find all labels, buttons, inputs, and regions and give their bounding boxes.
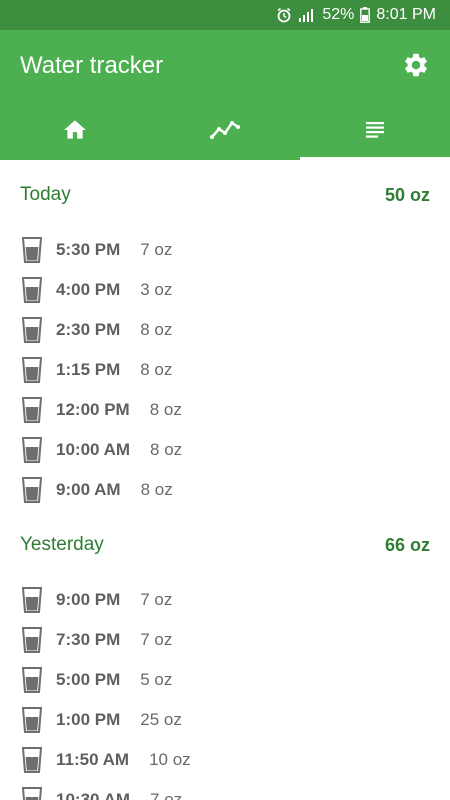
list-item[interactable]: 7:30 PM 7 oz (0, 620, 450, 660)
entry-amount: 7 oz (140, 630, 173, 649)
entry-amount: 7 oz (150, 790, 183, 800)
battery-percent: 52% (322, 6, 355, 23)
glass-icon (22, 357, 44, 383)
glass-icon (22, 397, 44, 423)
entry-time: 5:00 PM (56, 670, 121, 689)
list-item[interactable]: 9:00 PM 7 oz (0, 580, 450, 620)
signal-icon (298, 8, 316, 22)
entry-time: 10:30 AM (56, 790, 131, 800)
list-item[interactable]: 5:00 PM 5 oz (0, 660, 450, 700)
entry-time: 5:30 PM (56, 240, 121, 259)
list-item[interactable]: 12:00 PM 8 oz (0, 390, 450, 430)
entry-amount: 8 oz (149, 400, 182, 419)
section-title: Yesterday (20, 534, 104, 555)
entry-time: 1:00 PM (56, 710, 121, 729)
entry-amount: 7 oz (140, 240, 173, 259)
entry-amount: 10 oz (149, 750, 191, 769)
list-item[interactable]: 5:30 PM 7 oz (0, 230, 450, 270)
list-item[interactable]: 10:30 AM 7 oz (0, 780, 450, 800)
section-total: 50 oz (384, 184, 430, 205)
glass-icon (22, 667, 44, 693)
entry-amount: 8 oz (140, 320, 173, 339)
battery-icon (360, 7, 371, 23)
entry-time: 10:00 AM (56, 440, 131, 459)
section-header: Today 50 oz (0, 160, 450, 230)
entry-time: 1:15 PM (56, 360, 121, 379)
glass-icon (22, 587, 44, 613)
home-icon (64, 120, 86, 139)
entry-amount: 5 oz (140, 670, 173, 689)
glass-icon (22, 747, 44, 773)
glass-icon (22, 787, 44, 800)
app-bar: Water tracker (0, 30, 450, 160)
entry-amount: 25 oz (140, 710, 182, 729)
app-title: Water tracker (20, 52, 164, 79)
status-bar: 52% 8:01 PM (0, 0, 450, 30)
section-total: 66 oz (384, 534, 430, 555)
tab-trend[interactable] (150, 100, 300, 160)
glass-icon (22, 627, 44, 653)
status-time: 8:01 PM (376, 6, 436, 23)
tab-home[interactable] (0, 100, 150, 160)
list-item[interactable]: 9:00 AM 8 oz (0, 470, 450, 510)
glass-icon (22, 707, 44, 733)
glass-icon (22, 477, 44, 503)
entry-amount: 8 oz (140, 360, 173, 379)
settings-button[interactable] (402, 51, 430, 79)
entry-time: 9:00 PM (56, 590, 121, 609)
list-item[interactable]: 4:00 PM 3 oz (0, 270, 450, 310)
list-item[interactable]: 10:00 AM 8 oz (0, 430, 450, 470)
entry-time: 12:00 PM (56, 400, 130, 419)
history-list: Today 50 oz 5:30 PM 7 oz 4:00 PM 3 oz 2:30 … (0, 160, 450, 800)
entry-amount: 3 oz (140, 280, 173, 299)
entry-amount: 7 oz (140, 590, 173, 609)
trend-icon (210, 121, 240, 139)
list-item[interactable]: 2:30 PM 8 oz (0, 310, 450, 350)
gear-icon (405, 53, 427, 77)
list-item[interactable]: 1:00 PM 25 oz (0, 700, 450, 740)
section-title: Today (20, 184, 71, 205)
list-icon (366, 122, 384, 138)
section-header: Yesterday 66 oz (0, 510, 450, 580)
entry-time: 9:00 AM (56, 480, 121, 499)
entry-time: 7:30 PM (56, 630, 121, 649)
glass-icon (22, 237, 44, 263)
entry-time: 4:00 PM (56, 280, 121, 299)
entry-amount: 8 oz (150, 440, 183, 459)
tab-bar (0, 100, 450, 160)
glass-icon (22, 437, 44, 463)
list-item[interactable]: 1:15 PM 8 oz (0, 350, 450, 390)
glass-icon (22, 317, 44, 343)
list-item[interactable]: 11:50 AM 10 oz (0, 740, 450, 780)
entry-time: 11:50 AM (56, 750, 130, 769)
alarm-icon (276, 7, 292, 23)
entry-time: 2:30 PM (56, 320, 121, 339)
glass-icon (22, 277, 44, 303)
tab-history[interactable] (300, 100, 450, 160)
entry-amount: 8 oz (140, 480, 173, 499)
